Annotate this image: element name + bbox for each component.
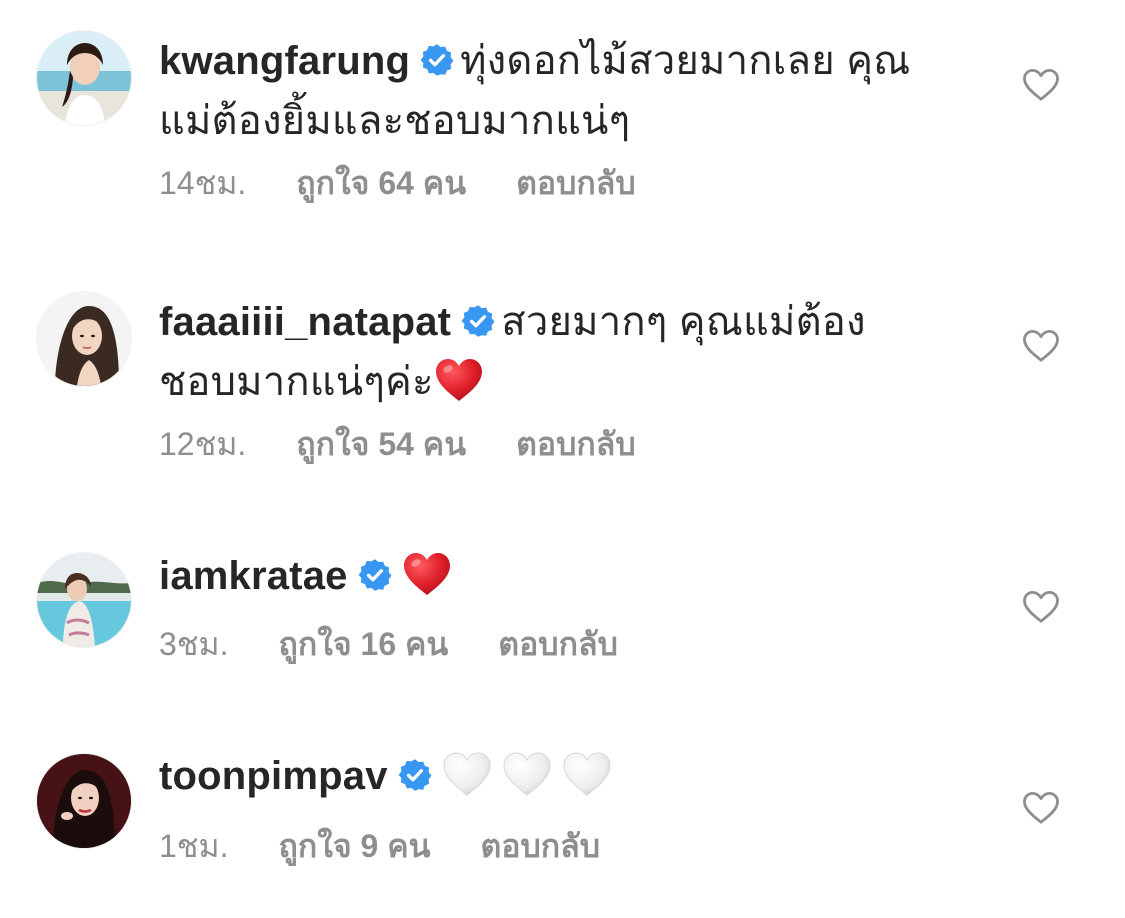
like-heart-icon[interactable] [1022,590,1060,624]
like-heart-icon[interactable] [1022,68,1060,102]
avatar[interactable] [37,553,131,647]
likes-count[interactable]: ถูกใจ 9 คน [279,826,431,866]
red-heart-emoji-icon [434,357,484,403]
like-heart-icon[interactable] [1022,791,1060,825]
comment-text: iamkratae [159,546,939,606]
white-heart-emoji-icon [502,751,552,797]
reply-button[interactable]: ตอบกลับ [498,624,618,664]
comment-body-line1: ทุ่งดอกไม้สวยมากเลย คุณ [460,39,911,83]
comment-meta: 12ชม. ถูกใจ 54 คน ตอบกลับ [159,424,636,464]
avatar[interactable] [37,754,131,848]
white-heart-emoji-icon [562,751,612,797]
avatar[interactable] [37,31,131,125]
like-heart-icon[interactable] [1022,329,1060,363]
reply-button[interactable]: ตอบกลับ [480,826,600,866]
comment-meta: 14ชม. ถูกใจ 64 คน ตอบกลับ [159,163,636,203]
comment-text: toonpimpav [159,746,939,806]
comment-meta: 1ชม. ถูกใจ 9 คน ตอบกลับ [159,826,600,866]
timestamp: 12ชม. [159,426,247,462]
comment-text: kwangfarung ทุ่งดอกไม้สวยมากเลย คุณ แม่ต้… [159,31,939,151]
reply-button[interactable]: ตอบกลับ [516,424,636,464]
username[interactable]: toonpimpav [159,754,388,798]
verified-badge-icon [420,43,454,77]
comment-meta: 3ชม. ถูกใจ 16 คน ตอบกลับ [159,624,618,664]
likes-count[interactable]: ถูกใจ 16 คน [279,624,449,664]
comment-text: faaaiiii_natapat สวยมากๆ คุณแม่ต้อง ชอบมา… [159,292,939,412]
comment-body-line2: แม่ต้องยิ้มและชอบมากแน่ๆ [159,99,631,143]
reply-button[interactable]: ตอบกลับ [516,163,636,203]
timestamp: 1ชม. [159,828,229,864]
timestamp: 14ชม. [159,165,247,201]
verified-badge-icon [358,558,392,592]
likes-count[interactable]: ถูกใจ 64 คน [296,163,466,203]
red-heart-emoji-icon [402,551,452,597]
likes-count[interactable]: ถูกใจ 54 คน [296,424,466,464]
comment-body-line2: ชอบมากแน่ๆค่ะ [159,360,434,404]
username[interactable]: iamkratae [159,554,348,598]
verified-badge-icon [461,304,495,338]
verified-badge-icon [398,758,432,792]
comment-body-line1: สวยมากๆ คุณแม่ต้อง [501,300,866,344]
avatar[interactable] [37,292,131,386]
username[interactable]: kwangfarung [159,39,410,83]
white-heart-emoji-icon [442,751,492,797]
username[interactable]: faaaiiii_natapat [159,300,451,344]
timestamp: 3ชม. [159,626,229,662]
